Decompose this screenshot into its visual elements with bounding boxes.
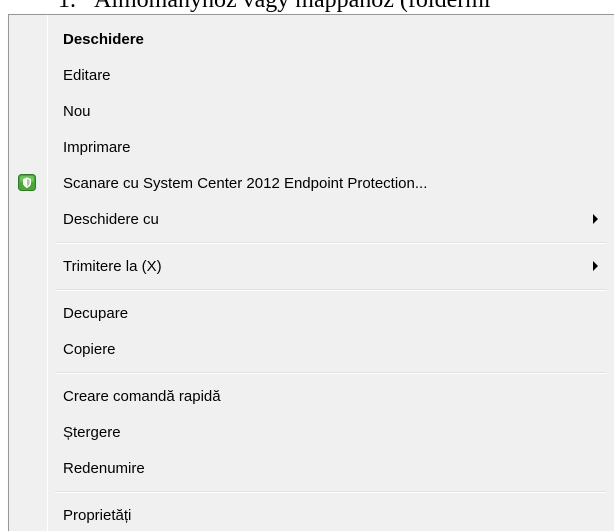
menu-item-delete[interactable]: Ștergere [9,414,614,450]
context-menu: Deschidere Editare Nou Imprimare Scanare… [8,14,614,531]
menu-item-open-with[interactable]: Deschidere cu [9,201,614,237]
heading-text: Almomanyhoz vagy mappához (fóldermi [94,0,491,13]
menu-list: Deschidere Editare Nou Imprimare Scanare… [9,21,614,531]
menu-item-label: Deschidere [63,30,144,48]
menu-item-open[interactable]: Deschidere [9,21,614,57]
document-heading: 1. Almomanyhoz vagy mappához (fóldermi [58,0,491,14]
menu-separator [9,367,614,378]
menu-item-label: Decupare [63,304,129,322]
menu-item-copy[interactable]: Copiere [9,331,614,367]
menu-item-edit[interactable]: Editare [9,57,614,93]
menu-item-label: Deschidere cu [63,210,159,228]
menu-item-label: Redenumire [63,459,145,477]
menu-item-label: Creare comandă rapidă [63,387,221,405]
menu-item-label: Scanare cu System Center 2012 Endpoint P… [63,174,428,192]
menu-item-new[interactable]: Nou [9,93,614,129]
menu-separator [9,486,614,497]
submenu-arrow-icon [593,214,598,224]
menu-item-label: Ștergere [63,423,121,441]
menu-item-rename[interactable]: Redenumire [9,450,614,486]
menu-item-label: Copiere [63,340,116,358]
menu-separator [9,284,614,295]
menu-item-cut[interactable]: Decupare [9,295,614,331]
menu-item-label: Proprietăți [63,506,132,524]
menu-item-create-shortcut[interactable]: Creare comandă rapidă [9,378,614,414]
endpoint-protection-shield-icon [18,174,36,191]
heading-number: 1. [58,0,76,13]
menu-item-properties[interactable]: Proprietăți [9,497,614,531]
menu-separator [9,237,614,248]
menu-item-print[interactable]: Imprimare [9,129,614,165]
menu-item-scan[interactable]: Scanare cu System Center 2012 Endpoint P… [9,165,614,201]
menu-item-label: Editare [63,66,111,84]
menu-item-label: Trimitere la (X) [63,257,162,275]
menu-item-send-to[interactable]: Trimitere la (X) [9,248,614,284]
menu-item-label: Imprimare [63,138,131,156]
submenu-arrow-icon [593,261,598,271]
menu-item-label: Nou [63,102,91,120]
